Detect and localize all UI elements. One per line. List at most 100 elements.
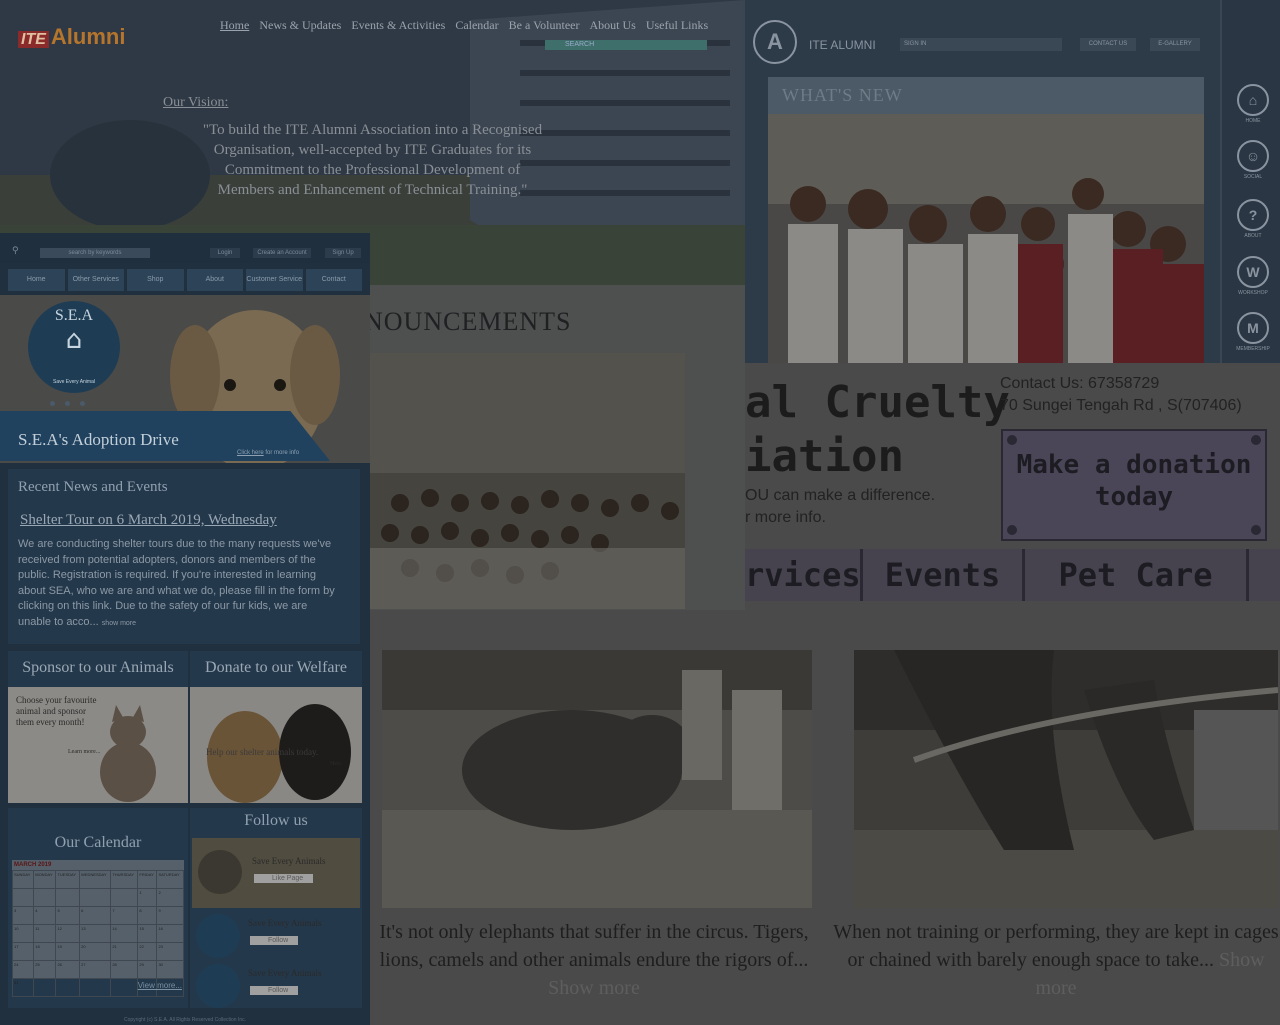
sea-nav-customer-service[interactable]: Customer Service [246,269,303,291]
vision-text: "To build the ITE Alumni Association int… [202,122,543,198]
sign-in-field[interactable]: SIGN IN [900,38,1062,51]
students-group-photo [768,114,1204,363]
sponsor-text: Choose your favourite animal and sponsor… [16,695,97,727]
search-icon: ⚲ [12,246,19,256]
elephant-caption-1: It's not only elephants that suffer in t… [379,921,809,999]
sidebar-item-workshop[interactable]: W WORKSHOP [1228,256,1278,296]
sea-search-input[interactable]: search by keywords [40,248,150,258]
nav-home[interactable]: Home [220,18,249,33]
nav-useful-links[interactable]: Useful Links [646,18,708,33]
adoption-title: S.E.A's Adoption Drive [18,430,179,449]
whats-new-heading: WHAT'S NEW [768,77,1204,114]
sea-nav-home[interactable]: Home [8,269,65,291]
sign-up-button[interactable]: Sign Up [325,248,361,258]
tab-events[interactable]: Events [863,549,1025,601]
elephant-panel: It's not only elephants that suffer in t… [370,610,1280,1025]
cruelty-subline1: OU can make a difference. [745,487,936,504]
sponsor-heading: Sponsor to our Animals [22,659,174,676]
news-title-link[interactable]: Shelter Tour on 6 March 2019, Wednesday [20,512,277,529]
chained-elephant-photo [854,650,1278,908]
facebook-widget: Save Every Animals Like Page [192,838,360,908]
calendar-heading: Our Calendar [54,834,142,851]
news-heading: Recent News and Events [18,479,168,495]
contact-us-button[interactable]: CONTACT US [1080,38,1136,51]
sponsor-card: Sponsor to our Animals Choose your favou… [8,651,188,803]
sea-nav-contact[interactable]: Contact [305,269,362,291]
tab-pet-care[interactable]: Pet Care [1025,549,1249,601]
calendar-section: Our Calendar MARCH 2019 SUNDAY MONDAY TUES… [8,808,188,1008]
sidebar-item-social[interactable]: ☺ SOCIAL [1228,140,1278,180]
nav-events-activities[interactable]: Events & Activities [351,18,445,33]
twitter-avatar [196,964,240,1008]
home-icon: ⌂ [1237,84,1269,116]
facebook-like-button[interactable]: Like Page [254,874,314,883]
donate-heading: Donate to our Welfare [205,659,347,676]
announcements-panel: NOUNCEMENTS [370,285,745,610]
adoption-link[interactable]: Click here for more info [237,450,299,456]
ite-sidebar: ⌂ HOME ☺ SOCIAL ? ABOUT W WORKSHOP M MEMBERSH… [1220,0,1280,363]
cruelty-headline-line2: iation [745,431,904,482]
sidebar-item-membership[interactable]: M MEMBERSHIP [1228,312,1278,352]
contact-address: 70 Sungei Tengah Rd , S(707406) [1000,397,1242,414]
corner-ornament-icon [1251,525,1261,535]
create-account-button[interactable]: Create an Account [253,248,311,258]
learn-more-link[interactable]: Learn more... [68,747,100,758]
corner-ornament-icon [1007,435,1017,445]
sea-logo[interactable]: S.E.A ⌂ Save Every Animal [28,301,120,393]
login-button[interactable]: Login [210,248,240,258]
sea-panel: ⚲ search by keywords Login Create an Acc… [0,233,370,1025]
vision-title: Our Vision: [163,95,229,110]
cruelty-headline-line1: al Cruelty [745,377,1010,428]
follow-heading: Follow us [244,812,308,829]
alumni-nav: Home News & Updates Events & Activities … [220,18,708,33]
sea-nav: Home Other Services Shop About Customer … [8,269,362,291]
instagram-account-name[interactable]: Save Every Animals [248,918,322,928]
ite-logo-icon[interactable]: A [753,20,797,64]
baby-elephant-photo [382,650,812,908]
puppies-photo [190,687,362,803]
alumni-search-input[interactable]: SEARCH [545,40,707,50]
instagram-follow-button[interactable]: Follow [250,936,299,945]
donate-text: Help our shelter animals today. [206,747,319,757]
membership-icon: M [1237,312,1269,344]
graduation-group-photo [370,353,685,609]
contact-phone: Contact Us: 67358729 [1000,375,1160,392]
donate-card: Donate to our Welfare Help our shelter a… [190,651,362,803]
facebook-account-name[interactable]: Save Every Animals [252,856,326,866]
alumni-logo[interactable]: ITE Alumni [18,24,125,50]
donate-button[interactable]: Make a donation today [1001,429,1267,541]
calendar-view-more-link[interactable]: View more... [138,981,182,990]
cruelty-tabs: rvices Events Pet Care [745,549,1280,601]
show-more-link[interactable]: show more [102,620,136,627]
sea-nav-other-services[interactable]: Other Services [67,269,124,291]
ite-alumni-panel: A ITE ALUMNI SIGN IN CONTACT US E-GALLER… [745,0,1280,363]
tab-services[interactable]: rvices [745,549,863,601]
show-more-link[interactable]: Show more [548,977,640,999]
ite-brand: ITE ALUMNI [809,38,876,52]
nav-news-updates[interactable]: News & Updates [259,18,341,33]
egallery-button[interactable]: E-GALLERY [1150,38,1200,51]
carousel-dots[interactable] [50,401,85,406]
cruelty-subline2: r more info. [745,509,826,526]
sea-nav-about[interactable]: About [186,269,243,291]
sea-nav-shop[interactable]: Shop [127,269,184,291]
twitter-follow-button[interactable]: Follow [250,986,299,995]
twitter-account-name[interactable]: Save Every Animals [248,968,322,978]
nav-about-us[interactable]: About Us [590,18,636,33]
copyright-text: Copyright (c) S.E.A. All Rights Reserved… [124,1017,246,1023]
nav-calendar[interactable]: Calendar [455,18,498,33]
animal-cruelty-panel: al Cruelty iation OU can make a differen… [745,363,1280,610]
social-icon: ☺ [1237,140,1269,172]
instagram-avatar [196,914,240,958]
announcements-title: NOUNCEMENTS [370,307,572,336]
sea-avatar [198,850,242,894]
corner-ornament-icon [1251,435,1261,445]
about-icon: ? [1237,199,1269,231]
sidebar-item-home[interactable]: ⌂ HOME [1228,84,1278,124]
workshop-icon: W [1237,256,1269,288]
follow-section: Follow us Save Every Animals Like Page S… [190,808,362,1008]
calendar-grid[interactable]: MARCH 2019 SUNDAY MONDAY TUESDAY WEDNESDAY T… [11,860,184,997]
donate-here-link[interactable]: Here [330,759,342,770]
sidebar-item-about[interactable]: ? ABOUT [1228,199,1278,239]
nav-volunteer[interactable]: Be a Volunteer [509,18,580,33]
